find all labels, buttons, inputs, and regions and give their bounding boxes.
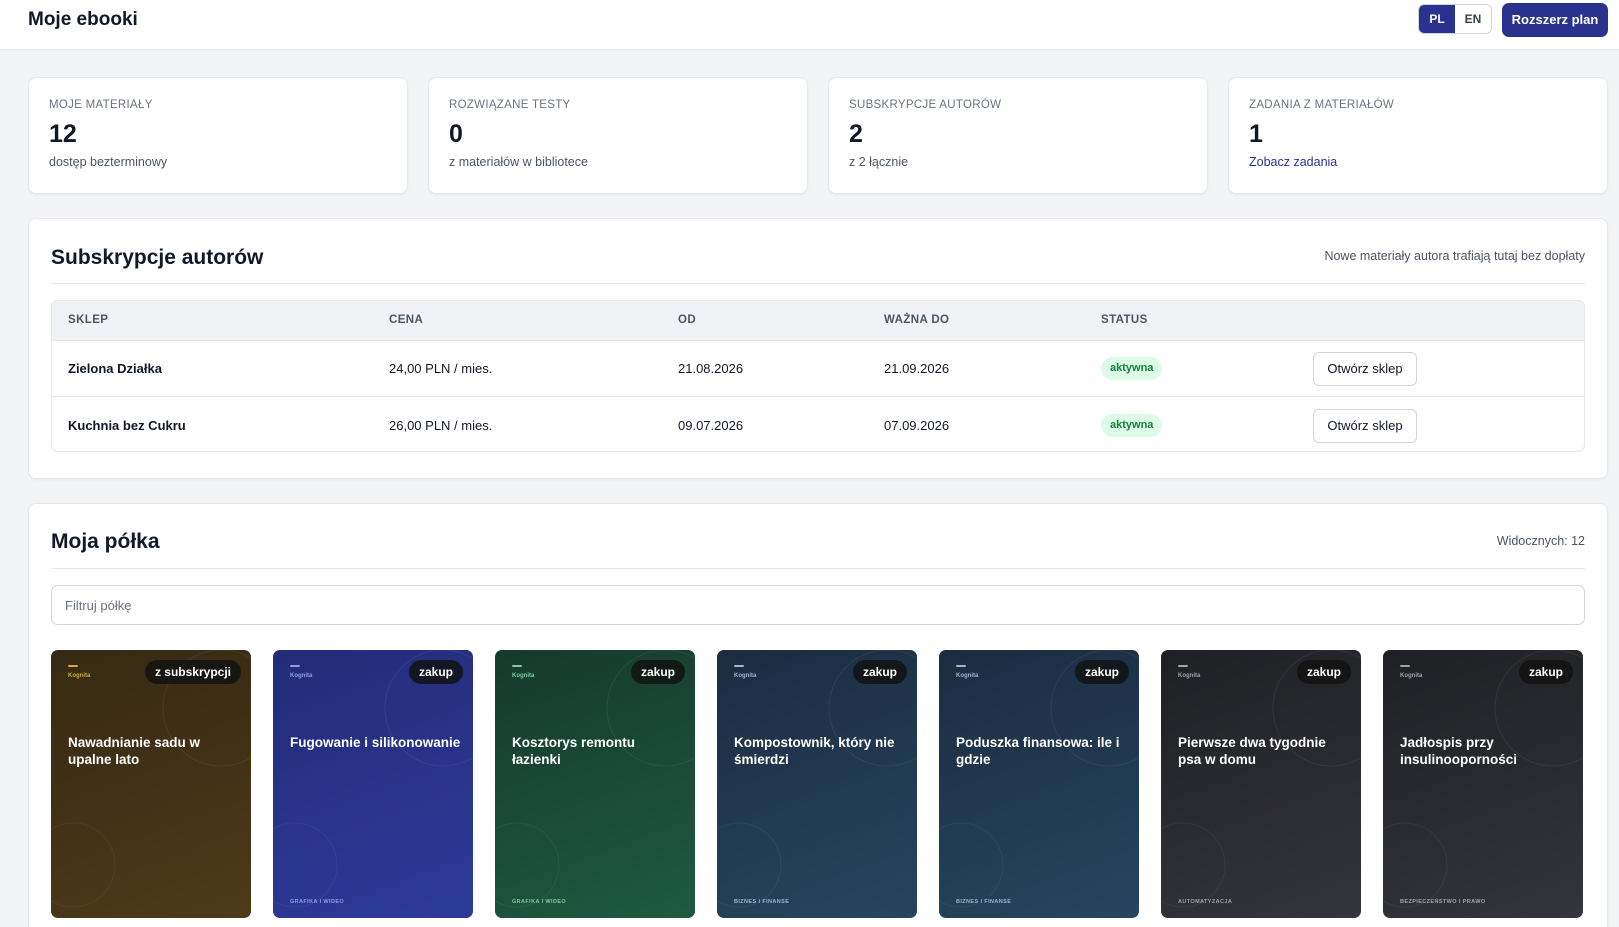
book-category: GRAFIKA I WIDEO	[290, 899, 345, 905]
book-category: GRAFIKA I WIDEO	[512, 899, 567, 905]
stat-value: 1	[1249, 120, 1263, 148]
status-badge: aktywna	[1101, 357, 1163, 380]
status-badge: aktywna	[1101, 414, 1163, 437]
open-shop-button[interactable]: Otwórz sklep	[1313, 352, 1417, 386]
book-category: BIZNES I FINANSE	[956, 899, 1012, 905]
brand-mark	[512, 665, 522, 667]
source-tag: zakup	[408, 660, 463, 684]
brand-mark	[290, 665, 300, 667]
book-category: AUTOMATYZACJA	[1178, 899, 1233, 905]
stat-card-materials: MOJE MATERIAŁY 12 dostęp bezterminowy	[28, 77, 408, 194]
language-switch: PL EN	[1418, 4, 1492, 34]
brand-mark	[68, 665, 78, 667]
column-header-from: OD	[678, 314, 697, 326]
top-bar: Moje ebooki PL EN Rozszerz plan	[0, 0, 1619, 50]
table-row: Kuchnia bez Cukru 26,00 PLN / mies. 09.0…	[52, 398, 1584, 451]
cell-from: 09.07.2026	[678, 418, 744, 433]
subscriptions-title: Subskrypcje autorów	[51, 246, 264, 269]
brand-name: Kognita	[68, 673, 91, 679]
column-header-shop: SKLEP	[68, 314, 109, 326]
stat-label: MOJE MATERIAŁY	[49, 99, 153, 111]
source-tag: zakup	[1518, 660, 1573, 684]
brand-name: Kognita	[290, 673, 313, 679]
cell-price: 24,00 PLN / mies.	[389, 361, 493, 376]
brand-name: Kognita	[1400, 673, 1423, 679]
cover-decoration	[1161, 650, 1361, 908]
source-tag: zakup	[1074, 660, 1129, 684]
stat-value: 2	[849, 120, 863, 148]
stat-value: 12	[49, 120, 77, 148]
cover-decoration	[273, 650, 473, 908]
column-header-valid-until: WAŻNA DO	[884, 314, 950, 326]
lang-pl-button[interactable]: PL	[1419, 5, 1455, 33]
stat-subtext: dostęp bezterminowy	[49, 155, 168, 169]
source-tag: zakup	[1296, 660, 1351, 684]
panel-divider	[51, 283, 1585, 284]
subscriptions-note: Nowe materiały autora trafiają tutaj bez…	[1324, 249, 1585, 263]
brand-name: Kognita	[1178, 673, 1201, 679]
table-row: Zielona Działka 24,00 PLN / mies. 21.08.…	[52, 341, 1584, 397]
book-title: Pierwsze dwa tygodnie psa w domu	[1178, 735, 1326, 767]
shelf-title: Moja półka	[51, 530, 160, 553]
cell-shop: Kuchnia bez Cukru	[68, 418, 186, 433]
subscriptions-table: SKLEP CENA OD WAŻNA DO STATUS Zielona Dz…	[51, 300, 1585, 452]
see-tasks-link[interactable]: Zobacz zadania	[1249, 155, 1587, 169]
stat-label: ROZWIĄZANE TESTY	[449, 99, 571, 111]
source-tag: zakup	[852, 660, 907, 684]
page-title: Moje ebooki	[28, 9, 138, 30]
cover-decoration	[51, 650, 251, 908]
brand-name: Kognita	[734, 673, 757, 679]
stat-value: 0	[449, 120, 463, 148]
book-card[interactable]: Kognita zakup Pierwsze dwa tygodnie psa w …	[1161, 650, 1361, 918]
book-title: Poduszka finansowa: ile i gdzie	[956, 735, 1120, 767]
open-shop-button[interactable]: Otwórz sklep	[1313, 409, 1417, 443]
source-tag: z subskrypcji	[144, 660, 241, 684]
book-title: Jadłospis przy insulinooporności	[1400, 735, 1517, 767]
stat-subtext: z materiałów w bibliotece	[449, 155, 588, 169]
cover-decoration	[1383, 650, 1583, 908]
subscriptions-panel: Subskrypcje autorów Nowe materiały autor…	[28, 218, 1608, 479]
brand-name: Kognita	[512, 673, 535, 679]
stat-card-tasks: ZADANIA Z MATERIAŁÓW 1 Zobacz zadania	[1228, 77, 1608, 194]
table-header: SKLEP CENA OD WAŻNA DO STATUS	[52, 301, 1584, 341]
brand-mark	[956, 665, 966, 667]
stat-card-tests: ROZWIĄZANE TESTY 0 z materiałów w biblio…	[428, 77, 808, 194]
cell-valid-until: 21.09.2026	[884, 361, 950, 376]
stat-subtext: z 2 łącznie	[849, 155, 909, 169]
book-card[interactable]: Kognita z subskrypcji Nawadnianie sadu w u…	[51, 650, 251, 918]
brand-mark	[1400, 665, 1410, 667]
cover-decoration	[939, 650, 1139, 908]
visible-count: Widocznych: 12	[1496, 534, 1585, 548]
upgrade-plan-button[interactable]: Rozszerz plan	[1502, 3, 1608, 37]
book-card[interactable]: Kognita zakup Jadłospis przy insulinooporn…	[1383, 650, 1583, 918]
brand-mark	[1178, 665, 1188, 667]
shelf-filter-input[interactable]	[51, 585, 1585, 625]
book-card[interactable]: Kognita zakup Kompostownik, który nie śmie…	[717, 650, 917, 918]
lang-en-button[interactable]: EN	[1455, 5, 1491, 33]
brand-mark	[734, 665, 744, 667]
cell-valid-until: 07.09.2026	[884, 418, 950, 433]
stat-label: SUBSKRYPCJE AUTORÓW	[849, 99, 1002, 111]
column-header-status: STATUS	[1101, 314, 1148, 326]
cell-from: 21.08.2026	[678, 361, 744, 376]
column-header-price: CENA	[389, 314, 424, 326]
cover-decoration	[495, 650, 695, 908]
cover-decoration	[717, 650, 917, 908]
book-card[interactable]: Kognita zakup Fugowanie i silikonowanie GRA…	[273, 650, 473, 918]
book-category: BIZNES I FINANSE	[734, 899, 790, 905]
book-title: Fugowanie i silikonowanie	[290, 735, 461, 750]
book-card[interactable]: Kognita zakup Poduszka finansowa: ile i gd…	[939, 650, 1139, 918]
book-title: Kosztorys remontu łazienki	[512, 735, 636, 767]
book-card[interactable]: Kognita zakup Kosztorys remontu łazienki GR…	[495, 650, 695, 918]
book-category: BEZPIECZEŃSTWO I PRAWO	[1400, 899, 1486, 905]
panel-divider	[51, 568, 1585, 569]
cell-price: 26,00 PLN / mies.	[389, 418, 493, 433]
cell-shop: Zielona Działka	[68, 361, 162, 376]
brand-name: Kognita	[956, 673, 979, 679]
book-title: Kompostownik, który nie śmierdzi	[734, 735, 895, 767]
source-tag: zakup	[630, 660, 685, 684]
stat-card-subscriptions: SUBSKRYPCJE AUTORÓW 2 z 2 łącznie	[828, 77, 1208, 194]
stat-label: ZADANIA Z MATERIAŁÓW	[1249, 99, 1395, 111]
book-title: Nawadnianie sadu w upalne lato	[68, 735, 201, 767]
